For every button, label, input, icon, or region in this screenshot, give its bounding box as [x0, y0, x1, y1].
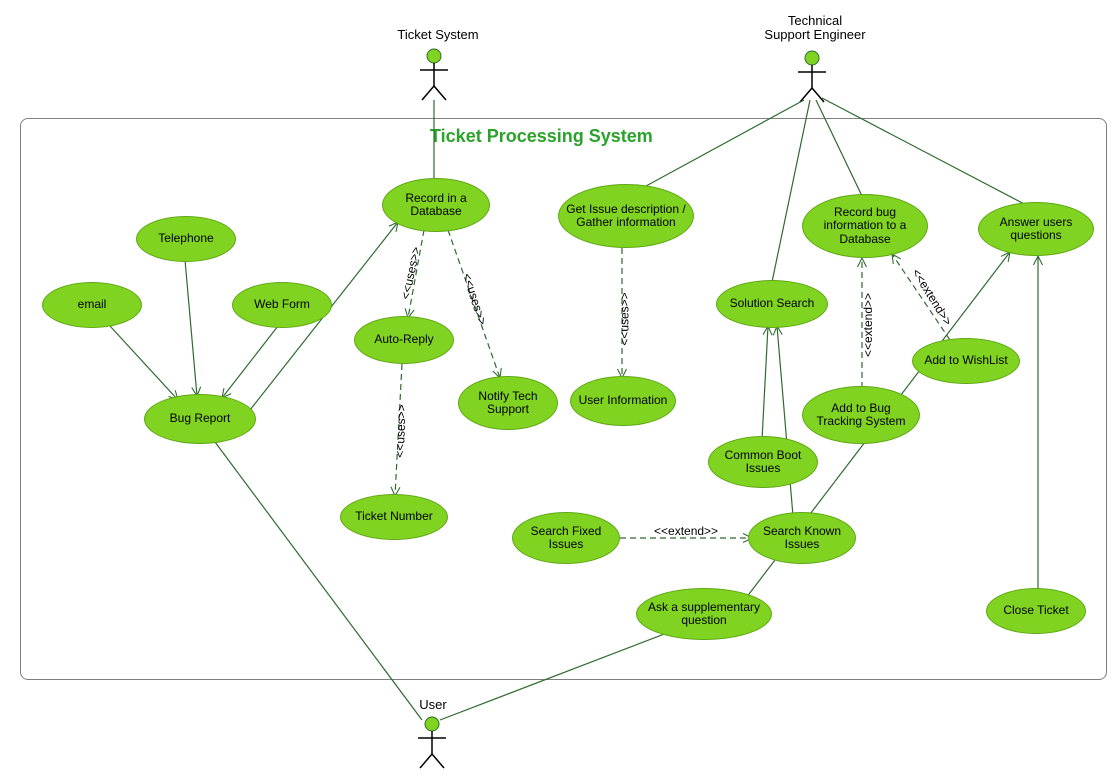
actor-tech-engineer-label: Technical Support Engineer [755, 14, 875, 43]
usecase-ask-supp: Ask a supplementary question [636, 588, 772, 640]
usecase-search-known-label: Search Known Issues [753, 525, 851, 551]
usecase-close-ticket: Close Ticket [986, 588, 1086, 634]
usecase-search-known: Search Known Issues [748, 512, 856, 564]
usecase-record-bug-label: Record bug information to a Database [807, 206, 923, 246]
usecase-add-bugtrack-label: Add to Bug Tracking System [807, 402, 915, 428]
usecase-record-db-label: Record in a Database [387, 192, 485, 218]
usecase-answer-users-label: Answer users questions [983, 216, 1089, 242]
actor-user-label: User [408, 698, 458, 712]
actor-ticket-system-icon [420, 49, 448, 100]
usecase-close-ticket-label: Close Ticket [1003, 604, 1068, 617]
usecase-user-info-label: User Information [579, 394, 668, 407]
stereo-extend-bugtrack-recordbug: <<extend>> [861, 293, 875, 357]
usecase-auto-reply-label: Auto-Reply [374, 333, 433, 346]
usecase-user-info: User Information [570, 376, 676, 426]
boundary-title: Ticket Processing System [430, 126, 653, 147]
usecase-add-wishlist: Add to WishList [912, 338, 1020, 384]
stereo-extend-fixed-known: <<extend>> [654, 524, 718, 538]
stereo-uses-autoreply-ticketnum: <<uses>> [393, 404, 409, 458]
usecase-ticket-number: Ticket Number [340, 494, 448, 540]
usecase-bug-report: Bug Report [144, 394, 256, 444]
usecase-webform-label: Web Form [254, 298, 310, 311]
tech-engineer-line2: Support Engineer [764, 27, 865, 42]
actor-user-icon [418, 717, 446, 768]
usecase-add-bugtrack: Add to Bug Tracking System [802, 386, 920, 444]
usecase-email: email [42, 282, 142, 328]
usecase-auto-reply: Auto-Reply [354, 316, 454, 364]
stereo-uses-getissue-userinfo: <<uses>> [618, 292, 632, 345]
usecase-webform: Web Form [232, 282, 332, 328]
usecase-get-issue: Get Issue description / Gather informati… [558, 184, 694, 248]
usecase-answer-users: Answer users questions [978, 202, 1094, 256]
usecase-common-boot: Common Boot Issues [708, 436, 818, 488]
usecase-email-label: email [78, 298, 107, 311]
usecase-telephone-label: Telephone [158, 232, 213, 245]
actor-ticket-system-label: Ticket System [388, 28, 488, 42]
usecase-ticket-number-label: Ticket Number [355, 510, 433, 523]
usecase-get-issue-label: Get Issue description / Gather informati… [563, 203, 689, 229]
usecase-common-boot-label: Common Boot Issues [713, 449, 813, 475]
usecase-record-db: Record in a Database [382, 178, 490, 232]
usecase-record-bug: Record bug information to a Database [802, 194, 928, 258]
usecase-notify-tech-label: Notify Tech Support [463, 390, 553, 416]
usecase-solution-search-label: Solution Search [730, 297, 815, 310]
actor-tech-engineer-icon [798, 51, 826, 102]
usecase-solution-search: Solution Search [716, 280, 828, 328]
diagram-canvas: Ticket Processing System Ticket System T… [0, 0, 1115, 780]
usecase-search-fixed: Search Fixed Issues [512, 512, 620, 564]
usecase-bug-report-label: Bug Report [170, 412, 231, 425]
usecase-add-wishlist-label: Add to WishList [924, 354, 1007, 367]
usecase-notify-tech: Notify Tech Support [458, 376, 558, 430]
tech-engineer-line1: Technical [788, 13, 842, 28]
usecase-ask-supp-label: Ask a supplementary question [641, 601, 767, 627]
usecase-search-fixed-label: Search Fixed Issues [517, 525, 615, 551]
usecase-telephone: Telephone [136, 216, 236, 262]
